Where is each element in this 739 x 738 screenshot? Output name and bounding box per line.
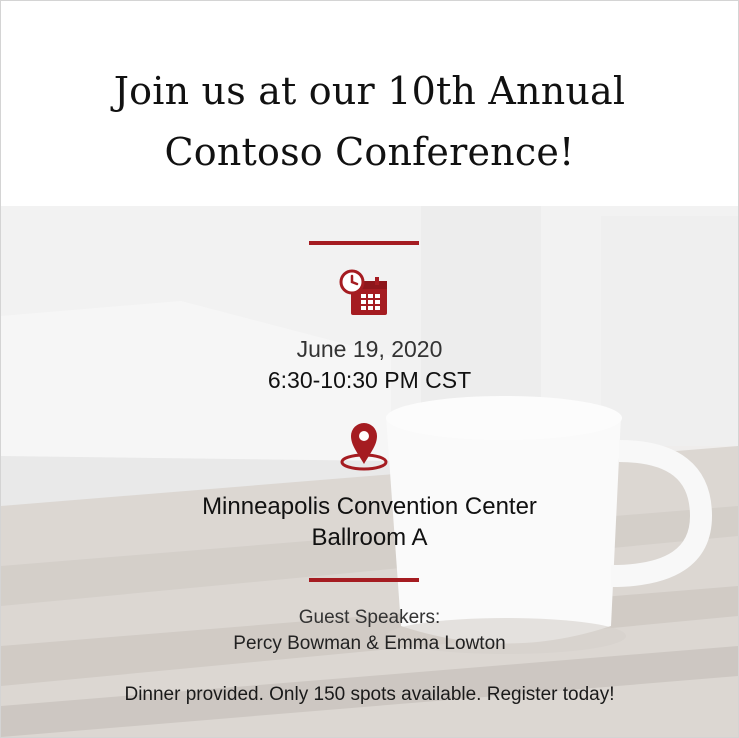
location-pin-icon [337, 418, 391, 472]
conference-flyer: Join us at our 10th Annual Contoso Confe… [0, 0, 739, 738]
event-date: June 19, 2020 [296, 336, 443, 362]
page-title: Join us at our 10th Annual Contoso Confe… [1, 61, 738, 183]
top-divider [309, 241, 419, 245]
calendar-clock-icon [339, 269, 389, 319]
venue-room: Ballroom A [311, 524, 428, 551]
bottom-divider [309, 578, 419, 582]
registration-note: Dinner provided. Only 150 spots availabl… [124, 684, 615, 705]
event-time: 6:30-10:30 PM CST [267, 367, 472, 393]
venue-name: Minneapolis Convention Center [202, 493, 537, 520]
title-line-1: Join us at our 10th Annual [113, 69, 626, 113]
title-line-2: Contoso Conference! [164, 130, 575, 174]
speakers-label: Guest Speakers: [298, 607, 441, 628]
header-section: Join us at our 10th Annual Contoso Confe… [1, 1, 738, 206]
speakers-names: Percy Bowman & Emma Lowton [233, 633, 506, 654]
